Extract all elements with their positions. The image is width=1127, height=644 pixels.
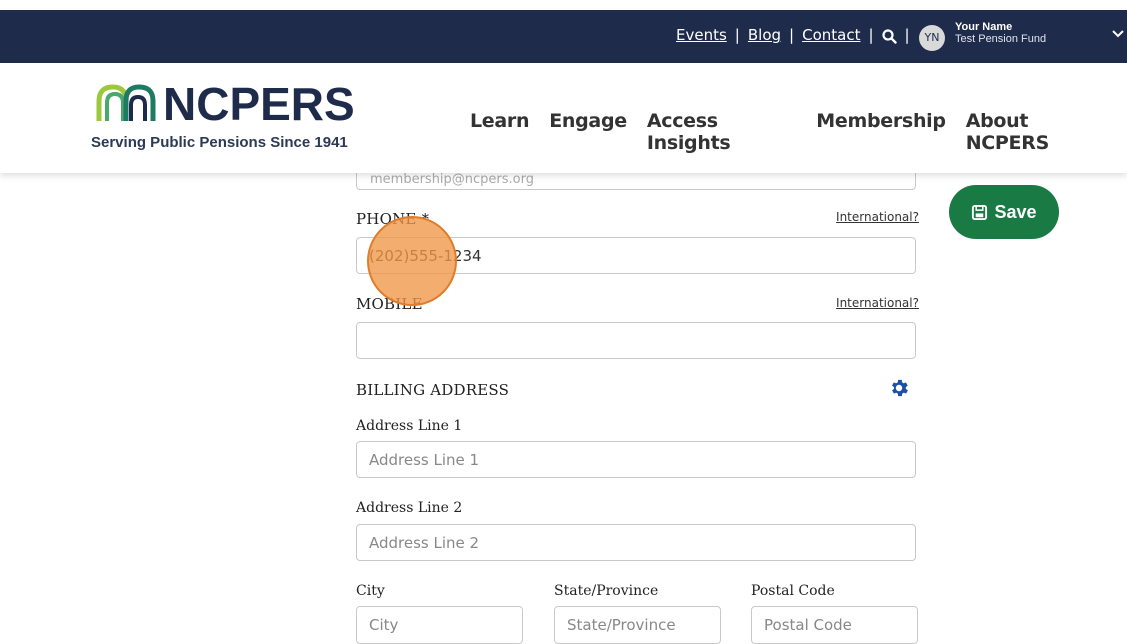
nav-about-ncpers[interactable]: About NCPERS <box>966 110 1107 154</box>
save-button-label: Save <box>994 201 1037 222</box>
postal-code-field[interactable] <box>751 606 918 644</box>
postal-code-label: Postal Code <box>751 583 835 599</box>
state-province-field[interactable] <box>554 606 721 644</box>
address-line-2-field[interactable] <box>356 524 916 561</box>
phone-international-link[interactable]: International? <box>836 210 919 224</box>
click-highlight-marker <box>367 216 457 306</box>
separator: | <box>904 26 910 44</box>
site-header: NCPERS Serving Public Pensions Since 194… <box>0 63 1127 173</box>
separator: | <box>789 26 795 44</box>
address-line-1-label: Address Line 1 <box>356 418 463 434</box>
user-name: Your Name <box>955 21 1013 33</box>
address-line-1-field[interactable] <box>356 441 916 478</box>
user-organization: Test Pension Fund <box>955 33 1047 46</box>
billing-address-title: BILLING ADDRESS <box>356 381 510 399</box>
nav-engage[interactable]: Engage <box>549 110 627 154</box>
nav-membership[interactable]: Membership <box>816 110 946 154</box>
avatar[interactable]: YN <box>919 25 945 51</box>
mobile-international-link[interactable]: International? <box>836 296 919 310</box>
top-utility-bar: Events | Blog | Contact | | YN Your Name… <box>0 10 1127 63</box>
separator: | <box>734 26 740 44</box>
main-nav: Learn Engage Access Insights Membership … <box>470 110 1127 154</box>
logo-tagline: Serving Public Pensions Since 1941 <box>91 134 348 151</box>
save-button[interactable]: Save <box>949 185 1059 239</box>
ncpers-logo-icon[interactable] <box>93 81 159 121</box>
save-icon <box>972 204 988 220</box>
state-province-label: State/Province <box>554 583 659 599</box>
city-label: City <box>356 583 385 599</box>
search-icon[interactable] <box>881 28 897 44</box>
email-value: membership@ncpers.org <box>370 172 535 187</box>
utility-links: Events | Blog | Contact | | <box>676 26 918 44</box>
city-field[interactable] <box>356 606 523 644</box>
events-link[interactable]: Events <box>676 26 727 44</box>
contact-link[interactable]: Contact <box>802 26 860 44</box>
mobile-field[interactable] <box>356 322 916 359</box>
address-line-2-label: Address Line 2 <box>356 500 463 516</box>
nav-access-insights[interactable]: Access Insights <box>647 110 796 154</box>
logo-text[interactable]: NCPERS <box>163 77 355 131</box>
gear-icon[interactable] <box>888 377 910 399</box>
separator: | <box>868 26 874 44</box>
user-account-menu[interactable]: Your Name Test Pension Fund <box>955 21 1046 45</box>
nav-learn[interactable]: Learn <box>470 110 530 154</box>
blog-link[interactable]: Blog <box>748 26 781 44</box>
chevron-down-icon[interactable] <box>1111 29 1125 39</box>
